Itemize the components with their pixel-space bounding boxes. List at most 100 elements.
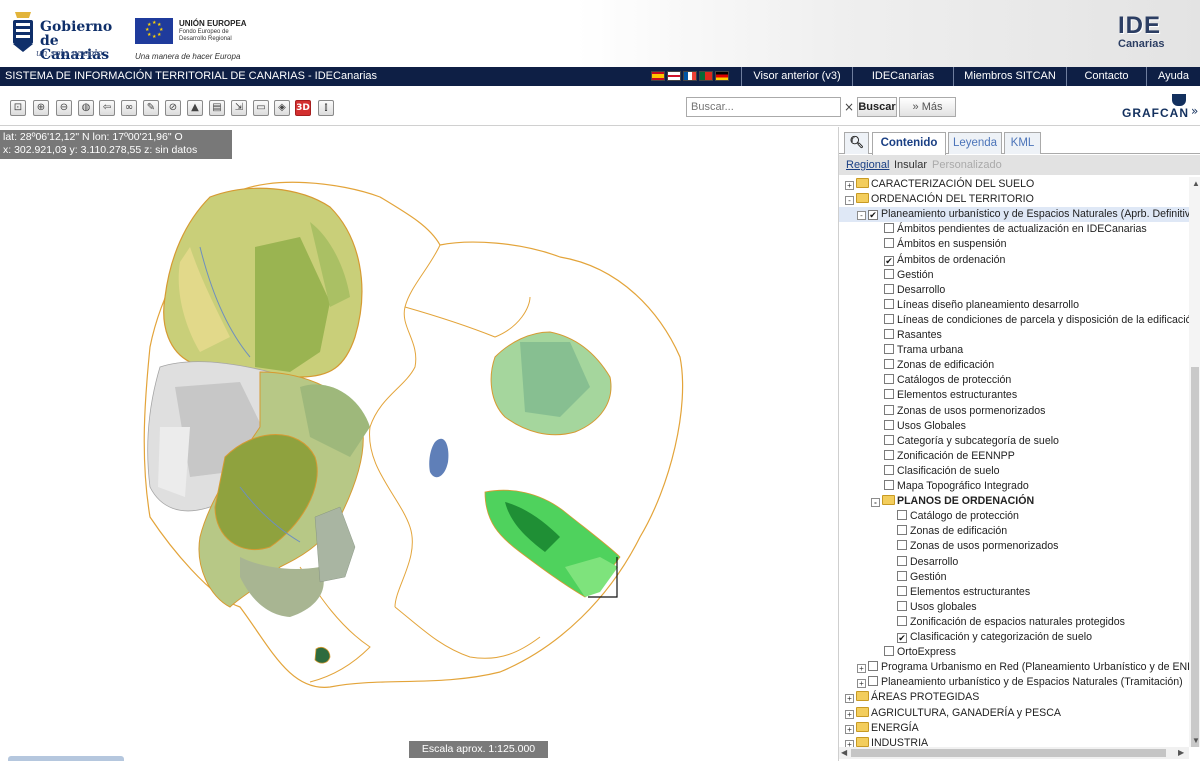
layer-checkbox[interactable] [884, 389, 894, 400]
flag-pt-icon[interactable] [699, 71, 713, 81]
layer-tree-item[interactable]: Ámbitos en suspensión [871, 237, 1007, 252]
scroll-up-icon[interactable]: ▲ [1192, 179, 1200, 188]
layer-tree-item[interactable]: - ORDENACIÓN DEL TERRITORIO [845, 192, 1034, 207]
layer-checkbox[interactable] [884, 434, 894, 445]
layer-tree-item[interactable]: Catálogos de protección [871, 373, 1011, 388]
layer-tree-item[interactable]: Catálogo de protección [884, 509, 1019, 524]
layer-tree-item[interactable]: Zonificación de espacios naturales prote… [884, 615, 1125, 630]
eu-logo[interactable]: ★ ★ ★ ★ ★ ★ ★ ★ UNIÓN EUROPEA Fondo Europeo de… [135, 16, 255, 64]
layer-tree-item[interactable]: Gestión [871, 268, 934, 283]
layer-tree-item[interactable]: Zonificación de EENNPP [871, 449, 1015, 464]
layer-checkbox[interactable] [884, 480, 894, 490]
layer-tree-item[interactable]: ✔ Clasificación y categorización de suelo [884, 630, 1092, 645]
layer-tree-item[interactable]: Desarrollo [884, 555, 958, 570]
layer-checkbox[interactable] [884, 404, 894, 415]
vertical-scroll-thumb[interactable] [1191, 367, 1199, 747]
flag-fr-icon[interactable] [683, 71, 697, 81]
link-icon[interactable]: ∞ [121, 100, 137, 116]
search-button[interactable]: Buscar [857, 97, 897, 117]
horizontal-scroll-thumb[interactable] [851, 749, 1166, 757]
map-canvas[interactable]: lat: 28º06'12,12" N lon: 17º00'21,96" O … [0, 127, 838, 761]
layer-checkbox[interactable] [897, 510, 907, 521]
scroll-down-icon[interactable]: ▼ [1192, 736, 1200, 745]
layer-tree-item[interactable]: Usos Globales [871, 419, 966, 434]
measure-icon[interactable]: ⊘ [165, 100, 181, 116]
zoom-in-icon[interactable]: ⊕ [33, 100, 49, 116]
expand-icon[interactable]: + [845, 181, 854, 190]
layer-checkbox[interactable] [868, 676, 878, 687]
layer-tree-item[interactable]: + Programa Urbanismo en Red (Planeamiento… [857, 660, 1189, 675]
layer-checkbox[interactable] [884, 359, 894, 370]
layer-checkbox[interactable] [884, 238, 894, 249]
layer-checkbox[interactable] [884, 313, 894, 324]
layers-icon[interactable]: ◈ [274, 100, 290, 116]
tab-leyenda[interactable]: Leyenda [948, 132, 1002, 154]
layer-tree-item[interactable]: Trama urbana [871, 343, 963, 358]
globe-icon[interactable]: ◍ [78, 100, 94, 116]
subtab-personalizado[interactable]: Personalizado [932, 155, 1002, 175]
tab-search[interactable]: 🔍︎ [844, 132, 869, 154]
swipe-icon[interactable]: ▭ [253, 100, 269, 116]
clear-search-icon[interactable]: × [842, 98, 856, 116]
layer-tree-item[interactable]: Gestión [884, 570, 947, 585]
nav-link-contacto[interactable]: Contacto [1066, 67, 1146, 86]
layer-checkbox[interactable] [897, 540, 907, 551]
layer-checkbox[interactable] [884, 283, 894, 294]
layer-tree-item[interactable]: + INDUSTRIA [845, 736, 928, 747]
layer-tree-item[interactable]: OrtoExpress [871, 645, 956, 660]
nav-link-idecanarias[interactable]: IDECanarias [852, 67, 953, 86]
info-icon[interactable]: ⫾ [318, 100, 334, 116]
layer-tree-item[interactable]: Elementos estructurantes [871, 388, 1017, 403]
layer-checkbox[interactable] [884, 223, 894, 234]
layer-checkbox[interactable] [897, 615, 907, 626]
layer-tree-item[interactable]: + ÁREAS PROTEGIDAS [845, 690, 979, 705]
collapse-panel-icon[interactable]: » [1191, 104, 1198, 118]
collapse-icon[interactable]: - [857, 211, 866, 221]
layer-checkbox[interactable] [884, 344, 894, 355]
ide-canarias-logo[interactable]: IDE Canarias [1110, 12, 1190, 60]
layer-tree-item[interactable]: + CARACTERIZACIÓN DEL SUELO [845, 177, 1034, 192]
layer-tree-item[interactable]: ✔ Ámbitos de ordenación [871, 253, 1005, 268]
layer-tree-item[interactable]: Líneas de condiciones de parcela y dispo… [871, 313, 1189, 328]
expand-icon[interactable]: + [845, 709, 854, 719]
scroll-left-icon[interactable]: ◀ [841, 748, 847, 757]
layer-checkbox[interactable] [884, 268, 894, 279]
zoom-extent-icon[interactable]: ⊡ [10, 100, 26, 116]
layer-checkbox[interactable]: ✔ [897, 633, 907, 643]
print-icon[interactable]: ▤ [209, 100, 225, 116]
collapse-icon[interactable]: - [845, 196, 854, 206]
layer-tree-item[interactable]: Zonas de usos pormenorizados [884, 539, 1058, 554]
layer-checkbox[interactable] [884, 374, 894, 385]
gobierno-canarias-logo[interactable]: Gobierno de Canarias un solo pueblo [8, 6, 118, 62]
back-icon[interactable]: ⇦ [99, 100, 115, 116]
flag-es-icon[interactable] [651, 71, 665, 81]
grafcan-logo[interactable]: GRAFCAN [1122, 94, 1190, 120]
layer-checkbox[interactable] [884, 646, 894, 657]
tab-kml[interactable]: KML [1004, 132, 1041, 154]
layer-checkbox[interactable] [884, 329, 894, 339]
layer-checkbox[interactable] [897, 525, 907, 536]
layer-tree-item[interactable]: Usos globales [884, 600, 977, 615]
bottom-panel-tab[interactable] [8, 756, 124, 761]
layer-tree-item[interactable]: + AGRICULTURA, GANADERÍA y PESCA [845, 706, 1061, 721]
layer-checkbox[interactable] [884, 449, 894, 460]
flag-gb-icon[interactable] [667, 71, 681, 81]
layer-tree-item[interactable]: Líneas diseño planeamiento desarrollo [871, 298, 1079, 313]
layer-checkbox[interactable]: ✔ [868, 210, 878, 221]
layer-tree-item[interactable]: Categoría y subcategoría de suelo [871, 434, 1059, 449]
expand-icon[interactable]: + [845, 694, 854, 704]
search-input[interactable] [686, 97, 841, 117]
layer-tree-item[interactable]: + Planeamiento urbanístico y de Espacios … [857, 675, 1183, 690]
layer-checkbox[interactable]: ✔ [884, 255, 894, 266]
nav-link-ayuda[interactable]: Ayuda [1146, 67, 1200, 86]
layer-tree-item[interactable]: - PLANOS DE ORDENACIÓN [871, 494, 1034, 509]
export-icon[interactable]: ⇲ [231, 100, 247, 116]
layer-tree-item[interactable]: Zonas de usos pormenorizados [871, 404, 1045, 419]
draw-icon[interactable]: ✎ [143, 100, 159, 116]
layer-tree-item[interactable]: + ENERGÍA [845, 721, 919, 736]
expand-icon[interactable]: + [857, 664, 866, 674]
expand-icon[interactable]: + [845, 724, 854, 734]
nav-link-miembros-sitcan[interactable]: Miembros SITCAN [953, 67, 1066, 86]
layer-tree-item[interactable]: Zonas de edificación [871, 358, 994, 373]
layer-checkbox[interactable] [884, 464, 894, 475]
